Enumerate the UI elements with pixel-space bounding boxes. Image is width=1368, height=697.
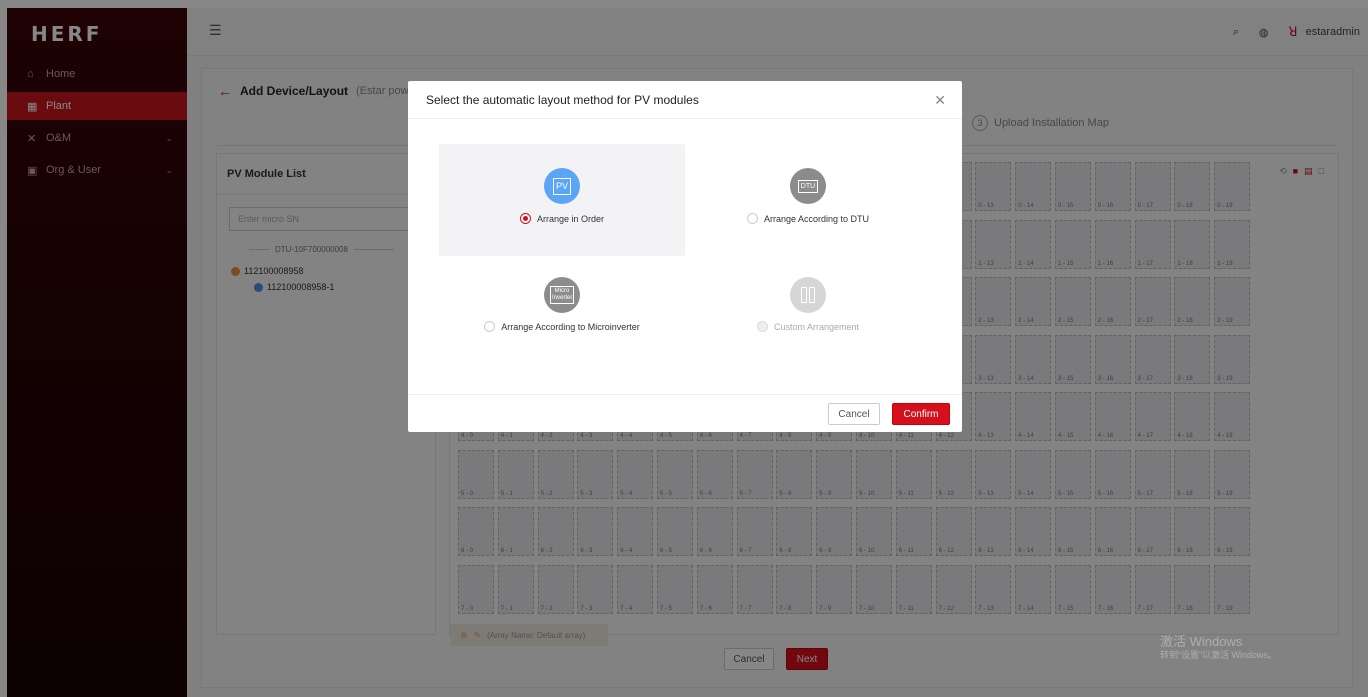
app: HERF ⌂ Home ▦ Plant ✕ O&M ⌄ ▣ Org & User… xyxy=(0,0,1368,697)
option-arrange-by-microinverter[interactable]: Micro Inverter Arrange According to Micr… xyxy=(439,257,685,369)
option-label-row: Arrange According to Microinverter xyxy=(439,321,685,332)
option-label: Arrange According to DTU xyxy=(763,213,870,224)
dtu-icon: DTU xyxy=(790,168,826,204)
dialog-header: Select the automatic layout method for P… xyxy=(408,81,962,119)
option-label: Arrange in Order xyxy=(536,213,605,224)
dialog-cancel-button[interactable]: Cancel xyxy=(828,403,880,425)
option-label: Custom Arrangement xyxy=(773,321,860,332)
option-custom-arrangement: Custom Arrangement xyxy=(685,257,931,369)
windows-activation-watermark: 激活 Windows 转到“设置”以激活 Windows。 xyxy=(1160,634,1277,660)
watermark-line: 激活 Windows xyxy=(1160,634,1243,649)
option-label-row: Arrange in Order xyxy=(439,213,685,224)
dialog-confirm-button[interactable]: Confirm xyxy=(892,403,950,425)
icon-text: DTU xyxy=(797,179,819,193)
icon-text: Micro Inverter xyxy=(550,286,574,304)
icon-text: PV xyxy=(552,177,571,195)
pv-icon: PV xyxy=(544,168,580,204)
custom-icon-shape xyxy=(801,287,815,303)
custom-layout-icon xyxy=(790,277,826,313)
radio-disabled xyxy=(756,321,768,332)
layout-method-dialog: Select the automatic layout method for P… xyxy=(408,81,962,432)
option-label-row: Custom Arrangement xyxy=(685,321,931,332)
radio-selected[interactable] xyxy=(519,213,531,224)
watermark-line: 转到“设置”以激活 Windows。 xyxy=(1160,649,1278,660)
dialog-title: Select the automatic layout method for P… xyxy=(426,92,699,107)
radio-unselected[interactable] xyxy=(484,321,496,332)
microinverter-icon: Micro Inverter xyxy=(544,277,580,313)
option-arrange-by-dtu[interactable]: DTU Arrange According to DTU xyxy=(685,144,931,256)
option-arrange-in-order[interactable]: PV Arrange in Order xyxy=(439,144,685,256)
dialog-footer: Cancel Confirm xyxy=(408,394,962,432)
close-icon[interactable]: ✕ xyxy=(934,92,946,109)
option-label: Arrange According to Microinverter xyxy=(501,321,640,332)
option-label-row: Arrange According to DTU xyxy=(685,213,931,224)
radio-unselected[interactable] xyxy=(746,213,758,224)
